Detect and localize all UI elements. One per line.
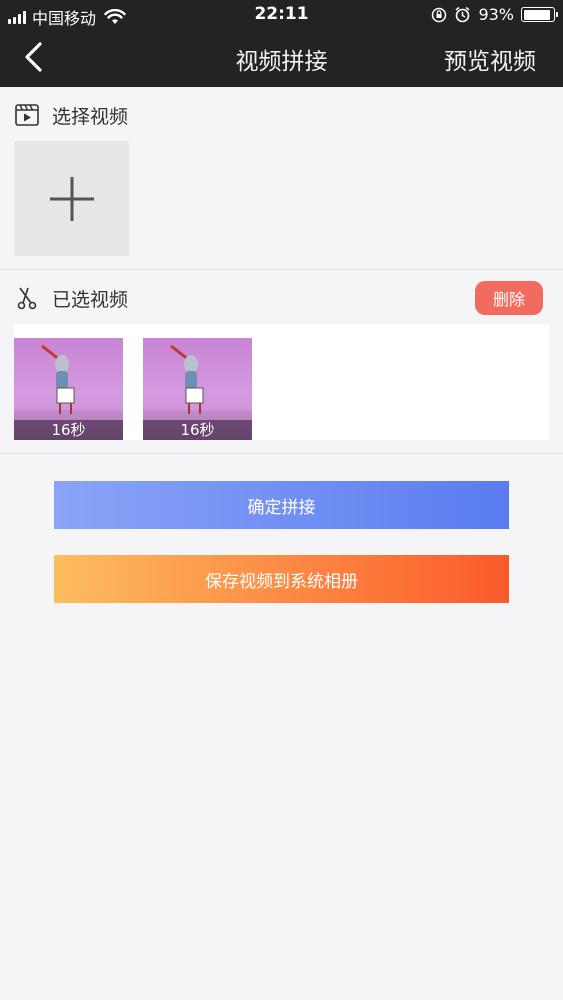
nav-bar: 视频拼接 预览视频 xyxy=(0,30,563,87)
battery-percent: 93% xyxy=(478,5,514,24)
battery-fill xyxy=(523,9,551,20)
rotation-lock-icon xyxy=(432,7,447,22)
preview-video-button[interactable]: 预览视频 xyxy=(444,42,536,76)
save-to-album-button[interactable]: 保存视频到系统相册 xyxy=(54,555,509,603)
battery-icon xyxy=(521,7,558,22)
selected-video-title: 已选视频 xyxy=(52,288,129,311)
plus-icon xyxy=(49,176,94,221)
video-duration: 16秒 xyxy=(14,420,123,440)
top-bar: 中国移动 22:11 93% 视频拼接 预览视频 xyxy=(0,0,563,87)
selected-video-header: 已选视频 xyxy=(14,283,128,313)
status-bar: 中国移动 22:11 93% xyxy=(0,0,563,30)
scissors-icon xyxy=(17,287,37,310)
video-duration: 16秒 xyxy=(143,420,252,440)
select-video-header: 选择视频 xyxy=(14,100,128,130)
divider xyxy=(0,453,563,454)
status-right: 93% xyxy=(431,5,558,24)
video-clip-icon xyxy=(15,104,39,126)
alarm-icon xyxy=(455,6,470,23)
video-thumbnail[interactable]: 16秒 xyxy=(143,338,252,440)
delete-button[interactable]: 删除 xyxy=(475,281,543,315)
add-video-button[interactable] xyxy=(14,141,129,256)
divider xyxy=(0,269,563,270)
select-video-title: 选择视频 xyxy=(52,105,129,128)
confirm-merge-button[interactable]: 确定拼接 xyxy=(54,481,509,529)
video-thumbnail[interactable]: 16秒 xyxy=(14,338,123,440)
